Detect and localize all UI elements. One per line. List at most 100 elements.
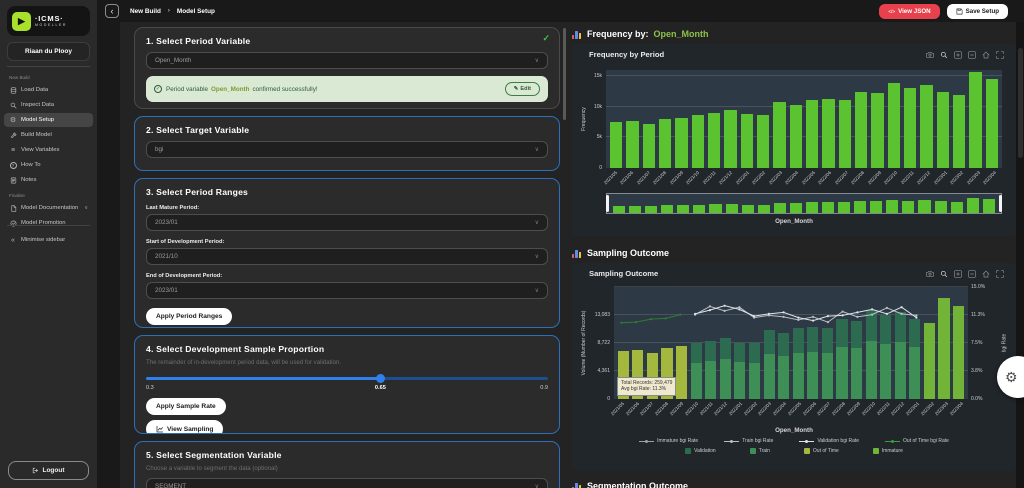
range-mini-bar	[790, 203, 802, 213]
sample-proportion-slider[interactable]	[146, 374, 548, 383]
range-mini-bar	[645, 206, 657, 213]
freq-bar	[626, 121, 638, 168]
breadcrumb-new-build[interactable]: New Build	[130, 8, 161, 15]
period-confirmed-alert: ✓ Period variable Open_Month confirmed s…	[146, 76, 548, 102]
zoom-in-icon[interactable]	[954, 51, 962, 59]
sidebar-item-model-promotion[interactable]: Model Promotion	[4, 216, 93, 230]
chevron-down-icon: ∨	[535, 483, 539, 488]
chart-toolbar	[926, 270, 1004, 278]
question-icon: ?	[9, 161, 17, 169]
legend-item: Immature bgi Rate	[639, 438, 698, 444]
legend-item: Out of Time	[804, 448, 839, 454]
sidebar-item-inspect-data[interactable]: Inspect Data	[4, 98, 93, 112]
freq-bar	[986, 79, 998, 168]
page-scrollbar-thumb[interactable]	[1018, 48, 1023, 158]
reset-axes-icon[interactable]	[996, 270, 1004, 278]
range-mini-bar	[806, 202, 818, 213]
step4-title: 4. Select Development Sample Proportion	[146, 344, 548, 354]
freq-bar	[610, 122, 622, 168]
sidebar-item-notes[interactable]: Notes	[4, 173, 93, 187]
zoom-in-icon[interactable]	[954, 270, 962, 278]
step2-title: 2. Select Target Variable	[146, 125, 548, 135]
frequency-rangeslider[interactable]	[606, 193, 1002, 214]
period-variable-dropdown[interactable]: Open_Month ∨	[146, 52, 548, 69]
sidebar-item-label: How To	[21, 162, 41, 168]
magnifier-icon	[9, 101, 17, 109]
dev-start-dropdown[interactable]: 2021/10 ∨	[146, 248, 548, 265]
slider-thumb[interactable]	[376, 374, 385, 383]
divider	[7, 225, 90, 226]
freq-bar	[937, 92, 949, 168]
code-icon: </>	[888, 9, 895, 14]
sidebar-item-model-setup[interactable]: ⚙ Model Setup	[4, 113, 93, 127]
steps-scrollbar[interactable]	[563, 28, 566, 120]
rangeslider-bars	[607, 194, 1001, 213]
y-tick-label: 4,361	[584, 368, 610, 374]
save-setup-button[interactable]: Save Setup	[947, 4, 1008, 19]
sidebar-item-label: Model Setup	[21, 117, 54, 123]
sidebar-item-load-data[interactable]: Load Data	[4, 83, 93, 97]
edit-icon: ✎	[514, 86, 519, 92]
sidebar-item-how-to[interactable]: ? How To	[4, 158, 93, 172]
autoscale-home-icon[interactable]	[982, 270, 990, 278]
legend-item: Validation	[685, 448, 716, 454]
frequency-bars	[606, 70, 1002, 168]
view-sampling-button[interactable]: View Sampling	[146, 420, 223, 434]
step5-subtitle: Choose a variable to segment the data (o…	[146, 465, 548, 472]
freq-bar	[920, 85, 932, 168]
step1-card: 1. Select Period Variable ✓ Open_Month ∨…	[134, 27, 560, 109]
sidebar-item-label: Load Data	[21, 87, 48, 93]
sidebar-item-build-model[interactable]: Build Model	[4, 128, 93, 142]
back-button[interactable]: ‹	[105, 4, 119, 18]
apply-period-ranges-button[interactable]: Apply Period Ranges	[146, 308, 232, 325]
rangeslider-left-handle[interactable]	[606, 195, 609, 212]
total-records-annotation: Total Records: 259,479Avg bgi Rate: 11.3…	[617, 377, 676, 397]
apply-sample-rate-button[interactable]: Apply Sample Rate	[146, 398, 226, 415]
segmentation-variable-dropdown[interactable]: SEGMENT ∨	[146, 478, 548, 488]
zoom-out-icon[interactable]	[968, 51, 976, 59]
range-mini-bar	[854, 201, 866, 213]
freq-bar	[904, 88, 916, 168]
camera-icon[interactable]	[926, 270, 934, 278]
edit-button[interactable]: ✎ Edit	[505, 82, 540, 96]
reset-axes-icon[interactable]	[996, 51, 1004, 59]
page-scrollbar	[1016, 22, 1024, 488]
chart-toolbar	[926, 51, 1004, 59]
camera-icon[interactable]	[926, 51, 934, 59]
freq-bar	[855, 92, 867, 168]
range-mini-bar	[870, 201, 882, 213]
zoom-icon[interactable]	[940, 270, 948, 278]
sampling-xticks: 2021/052021/062021/072021/082021/092021/…	[614, 399, 968, 423]
sidebar-item-view-variables[interactable]: ≡ View Variables	[4, 143, 93, 157]
dev-start-label: Start of Development Period:	[146, 239, 548, 245]
model-setup-steps: 1. Select Period Variable ✓ Open_Month ∨…	[134, 27, 560, 488]
freq-bar	[888, 83, 900, 168]
sidebar-item-model-documentation[interactable]: Model Documentation ∨	[4, 201, 93, 215]
logout-button[interactable]: Logout	[8, 461, 89, 480]
zoom-out-icon[interactable]	[968, 270, 976, 278]
sidebar: ▶ ·ICMS· MODELLER Riaan du Plooy New Bui…	[0, 0, 97, 488]
autoscale-home-icon[interactable]	[982, 51, 990, 59]
minimise-sidebar-button[interactable]: « Minimise sidebar	[4, 233, 93, 247]
zoom-icon[interactable]	[940, 51, 948, 59]
sampling-legend-lines: Immature bgi RateTrain bgi RateValidatio…	[580, 438, 1008, 444]
dev-end-dropdown[interactable]: 2023/01 ∨	[146, 282, 548, 299]
minimise-label: Minimise sidebar	[21, 237, 65, 243]
target-variable-dropdown[interactable]: bgi ∨	[146, 141, 548, 158]
freq-bar	[741, 114, 753, 168]
y-tick-label: 11.3%	[971, 312, 1001, 318]
freq-bar	[839, 100, 851, 168]
view-json-button[interactable]: </> View JSON	[879, 4, 939, 19]
slider-fill	[146, 377, 380, 380]
divider	[7, 66, 90, 67]
y-tick-label: 15.0%	[971, 284, 1001, 290]
last-mature-period-dropdown[interactable]: 2023/01 ∨	[146, 214, 548, 231]
frequency-plot: Frequency 05k10k15k	[606, 70, 1002, 168]
frequency-variable: Open_Month	[654, 29, 709, 39]
slider-value-label: 0.65	[375, 385, 386, 391]
step3-card: 3. Select Period Ranges Last Mature Peri…	[134, 178, 560, 328]
freq-bar	[757, 115, 769, 168]
y-tick-label: 7.5%	[971, 340, 1001, 346]
rangeslider-right-handle[interactable]	[999, 195, 1002, 212]
legend-item: Train bgi Rate	[724, 438, 773, 444]
